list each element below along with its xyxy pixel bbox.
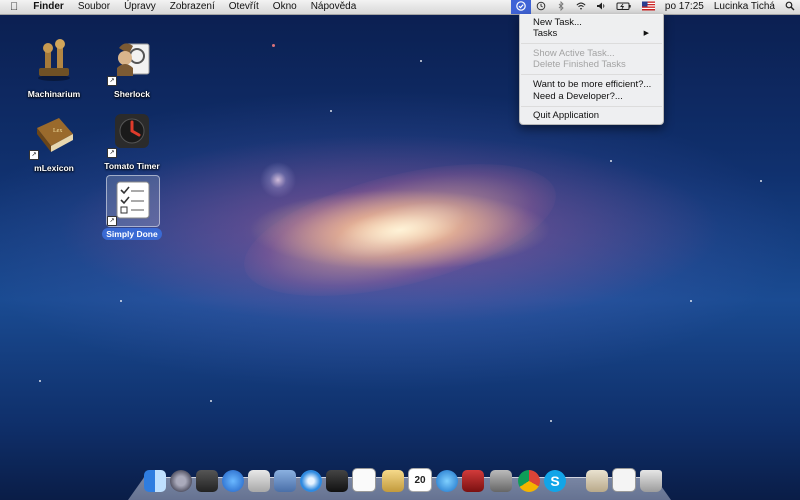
sherlock-icon: ↗	[107, 38, 155, 86]
galaxy-core	[231, 137, 569, 323]
menu-quit-application[interactable]: Quit Application	[533, 110, 655, 121]
star	[39, 380, 41, 382]
menu-tasks-label: Tasks	[533, 28, 558, 39]
chrome-icon[interactable]	[518, 470, 540, 492]
status-menus: po 17:25 Lucinka Tichá	[510, 0, 800, 14]
file-icon[interactable]	[612, 468, 636, 492]
desktop-icon-tomato-timer[interactable]: ↗ Tomato Timer	[96, 110, 168, 174]
star	[610, 160, 612, 162]
desktop-icon-label: Machinarium	[27, 89, 81, 99]
preview-icon[interactable]	[248, 470, 270, 492]
menu-show-active-task: Show Active Task...	[533, 48, 615, 59]
us-flag-icon[interactable]	[637, 0, 660, 14]
menu-napoveda[interactable]: Nápověda	[304, 0, 364, 14]
speaker-icon[interactable]	[591, 0, 611, 14]
safari-icon[interactable]	[300, 470, 322, 492]
address-book-icon[interactable]	[274, 470, 296, 492]
mlexicon-icon: Lex ↗	[29, 112, 77, 160]
desktop-icon-label: Simply Done	[102, 228, 162, 240]
battery-icon[interactable]	[611, 0, 637, 14]
menu-okno[interactable]: Okno	[266, 0, 304, 14]
desktop-icon-label: Tomato Timer	[104, 161, 160, 171]
desktop-icon-label: Sherlock	[114, 89, 150, 99]
desktop-icon-label: mLexicon	[34, 163, 74, 173]
submenu-arrow-icon: ▶	[643, 30, 649, 37]
menu-zobrazeni[interactable]: Zobrazení	[163, 0, 222, 14]
menu-need-developer[interactable]: Need a Developer?...	[533, 91, 655, 102]
finder-icon[interactable]	[144, 470, 166, 492]
alias-arrow-icon: ↗	[107, 216, 117, 226]
menu-upravy[interactable]: Úpravy	[117, 0, 163, 14]
star	[330, 110, 332, 112]
clock[interactable]: po 17:25	[660, 0, 709, 14]
star	[120, 300, 122, 302]
menu-tasks[interactable]: Tasks ▶	[533, 28, 655, 39]
mission-control-icon[interactable]	[196, 470, 218, 492]
user-name[interactable]: Lucinka Tichá	[709, 0, 780, 14]
star	[272, 44, 275, 47]
simply-done-dock-icon[interactable]	[352, 468, 376, 492]
notes-icon[interactable]	[382, 470, 404, 492]
desktop-icon-mlexicon[interactable]: Lex ↗ mLexicon	[18, 112, 90, 176]
tomato-timer-icon: ↗	[107, 110, 155, 158]
menu-otevrit[interactable]: Otevřít	[222, 0, 266, 14]
separator	[521, 43, 662, 44]
magnifier-icon[interactable]	[780, 0, 800, 14]
desktop-icon-simply-done[interactable]: ↗ Simply Done	[96, 175, 168, 242]
check-circle-icon[interactable]	[510, 0, 531, 14]
system-preferences-icon[interactable]	[490, 470, 512, 492]
wifi-icon[interactable]	[571, 0, 591, 14]
separator	[521, 74, 662, 75]
alias-arrow-icon: ↗	[107, 148, 117, 158]
itunes-icon[interactable]	[436, 470, 458, 492]
star	[420, 60, 422, 62]
bluetooth-icon[interactable]	[551, 0, 571, 14]
alias-arrow-icon: ↗	[29, 150, 39, 160]
menu-soubor[interactable]: Soubor	[71, 0, 117, 14]
alias-arrow-icon: ↗	[107, 76, 117, 86]
menu-new-task[interactable]: New Task...	[533, 17, 655, 28]
apple-logo-icon[interactable]: 	[0, 0, 26, 14]
document-icon[interactable]	[586, 470, 608, 492]
desktop-icon-sherlock[interactable]: ↗ Sherlock	[96, 38, 168, 102]
photo-booth-icon[interactable]	[326, 470, 348, 492]
star	[210, 400, 212, 402]
app-dropdown-menu: New Task... Tasks ▶ Show Active Task... …	[519, 14, 664, 125]
star	[760, 180, 762, 182]
skype-icon[interactable]: S	[544, 470, 566, 492]
launchpad-icon[interactable]	[170, 470, 192, 492]
simply-done-icon: ↗	[107, 178, 155, 226]
menu-delete-finished-tasks: Delete Finished Tasks	[533, 59, 626, 70]
svg-text:Lex: Lex	[53, 128, 62, 134]
menu-bar:  Finder Soubor Úpravy Zobrazení Otevřít…	[0, 0, 800, 15]
menu-finder[interactable]: Finder	[26, 0, 71, 14]
photo-icon[interactable]	[462, 470, 484, 492]
time-machine-icon[interactable]	[531, 0, 551, 14]
app-store-icon[interactable]	[222, 470, 244, 492]
separator	[521, 106, 662, 107]
dock: 20 S	[128, 464, 671, 500]
star	[690, 300, 692, 302]
menu-more-efficient[interactable]: Want to be more efficient?...	[533, 79, 655, 90]
star	[550, 420, 552, 422]
machinarium-icon	[31, 38, 77, 84]
trash-icon[interactable]	[640, 470, 662, 492]
desktop-icon-machinarium[interactable]: Machinarium	[18, 38, 90, 102]
calendar-icon[interactable]: 20	[408, 468, 432, 492]
